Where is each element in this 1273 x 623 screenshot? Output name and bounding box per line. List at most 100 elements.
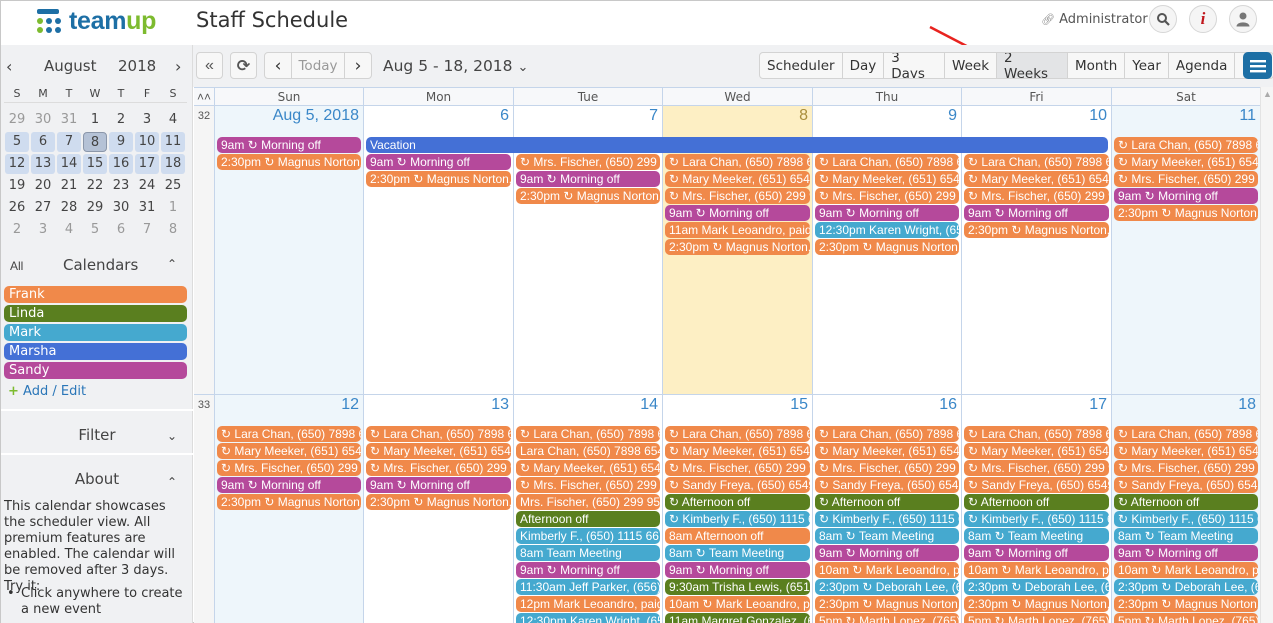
event-item[interactable]: ↻ Kimberly F., (650) 1115 6677	[964, 511, 1109, 527]
view-tab-week[interactable]: Week	[945, 53, 998, 78]
event-item[interactable]: 9:30am Trisha Lewis, (651) 1234	[665, 579, 810, 595]
calendar-item-sandy[interactable]: Sandy	[4, 362, 187, 379]
event-item[interactable]: 5pm ↻ Marth Lopez, (765)	[815, 613, 959, 623]
event-item[interactable]: ↻ Mrs. Fischer, (650) 299 9555	[1114, 460, 1258, 476]
event-item[interactable]: 9am ↻ Morning off	[665, 205, 810, 221]
event-item[interactable]: 2:30pm ↻ Deborah Lee, (650)	[1114, 579, 1258, 595]
event-item[interactable]: ↻ Mrs. Fischer, (650) 299 9555	[964, 460, 1109, 476]
prev-period-button[interactable]: ‹	[265, 53, 292, 78]
event-item[interactable]: 11am Mark Leoandro, paid	[665, 222, 810, 238]
event-item[interactable]: 9am ↻ Morning off	[665, 562, 810, 578]
mini-day[interactable]: 9	[109, 132, 133, 152]
calendar-item-frank[interactable]: Frank	[4, 286, 187, 303]
prev-month-button[interactable]: ‹	[6, 57, 12, 76]
event-item[interactable]: ↻ Kimberly F., (650) 1115 6677	[1114, 511, 1258, 527]
mini-day[interactable]: 28	[56, 198, 82, 218]
collapse-sidebar-button[interactable]: «	[196, 52, 223, 79]
day-number[interactable]: 16	[939, 396, 957, 414]
mini-day[interactable]: 4	[56, 220, 82, 240]
day-cell[interactable]: 17 ↻ Lara Chan, (650) 7898 6543↻ Mary Mee…	[961, 395, 1111, 623]
event-item[interactable]: 9am ↻ Morning off	[1114, 188, 1258, 204]
event-item[interactable]: ↻ Lara Chan, (650) 7898 6543	[665, 426, 810, 442]
event-item[interactable]: ↻ Mary Meeker, (651) 6543 1234	[516, 460, 660, 476]
event-item[interactable]: ↻ Mrs. Fischer, (650) 299 9555	[516, 477, 660, 493]
calendar-item-marsha[interactable]: Marsha	[4, 343, 187, 360]
event-item[interactable]: ↻ Lara Chan, (650) 7898 6543	[815, 426, 959, 442]
mini-day[interactable]: 14	[57, 154, 81, 174]
mini-day[interactable]: 3	[30, 220, 56, 240]
mini-day[interactable]: 5	[82, 220, 108, 240]
event-item[interactable]: 2:30pm ↻ Magnus Norton, (650) 4123	[217, 494, 361, 510]
event-item[interactable]: ↻ Mrs. Fischer, (650) 299 9555	[1114, 171, 1258, 187]
mini-month-label[interactable]: August	[44, 57, 97, 75]
mini-day[interactable]: 2	[4, 220, 30, 240]
event-item[interactable]: ↻ Afternoon off	[964, 494, 1109, 510]
day-cell[interactable]: 14 ↻ Lara Chan, (650) 7898 6543Lara Chan,…	[513, 395, 662, 623]
event-item[interactable]: ↻ Afternoon off	[1114, 494, 1258, 510]
event-item[interactable]: 10am ↻ Mark Leoandro, paid	[665, 596, 810, 612]
event-item[interactable]: 2:30pm ↻ Deborah Lee, (650)	[815, 579, 959, 595]
event-item[interactable]: 12pm Mark Leoandro, paid	[516, 596, 660, 612]
administrator-link[interactable]: 🔗︎ Administrator	[1041, 12, 1148, 27]
day-number[interactable]: 15	[790, 396, 808, 414]
day-number[interactable]: 18	[1238, 396, 1256, 414]
mini-day[interactable]: 30	[108, 198, 134, 218]
day-number[interactable]: 7	[649, 107, 658, 125]
event-item[interactable]: ↻ Kimberly F., (650) 1115 6677	[665, 511, 810, 527]
day-cell[interactable]: Aug 5, 2018 9am ↻ Morning off 2:30pm ↻ Mag…	[214, 106, 363, 394]
mini-day[interactable]: 16	[109, 154, 133, 174]
refresh-button[interactable]: ⟳	[230, 52, 257, 79]
event-item[interactable]: ↻ Lara Chan, (650) 7898 6543	[217, 426, 361, 442]
event-item[interactable]: 9am ↻ Morning off	[516, 171, 660, 187]
next-month-button[interactable]: ›	[175, 57, 181, 76]
event-item[interactable]: ↻ Kimberly F., (650) 1115 6677	[815, 511, 959, 527]
event-item[interactable]: 10am ↻ Mark Leoandro, paid	[964, 562, 1109, 578]
event-item[interactable]: ↻ Lara Chan, (650) 7898 6543	[815, 154, 959, 170]
event-item[interactable]: ↻ Lara Chan, (650) 7898 6543	[1114, 137, 1258, 153]
mini-day[interactable]: 23	[108, 176, 134, 196]
mini-day[interactable]: 1	[160, 198, 186, 218]
day-cell[interactable]: 12 ↻ Lara Chan, (650) 7898 6543↻ Mary Mee…	[214, 395, 363, 623]
event-item[interactable]: 8am ↻ Team Meeting	[1114, 528, 1258, 544]
info-button[interactable]: i	[1189, 5, 1217, 33]
event-item[interactable]: ↻ Sandy Freya, (650) 6549 1234	[815, 477, 959, 493]
event-item[interactable]: ↻ Mary Meeker, (651) 6543 1234	[1114, 443, 1258, 459]
event-item[interactable]: 5pm ↻ Marth Lopez, (765)	[964, 613, 1109, 623]
day-cell[interactable]: 13 ↻ Lara Chan, (650) 7898 6543↻ Mary Mee…	[363, 395, 513, 623]
event-item[interactable]: 2:30pm ↻ Magnus Norton, (650) 4123	[815, 239, 959, 255]
event-item[interactable]: 2:30pm ↻ Magnus Norton, (650) 4123	[1114, 596, 1258, 612]
event-item[interactable]: 9am ↻ Morning off	[217, 137, 361, 153]
day-number[interactable]: 11	[1239, 107, 1256, 125]
day-number[interactable]: 17	[1089, 396, 1107, 414]
date-range-picker[interactable]: Aug 5 - 18, 2018 ⌄	[383, 57, 528, 75]
search-button[interactable]	[1149, 5, 1177, 33]
today-button[interactable]: Today	[292, 53, 345, 78]
day-cell[interactable]: 16 ↻ Lara Chan, (650) 7898 6543↻ Mary Mee…	[812, 395, 961, 623]
view-tab-year[interactable]: Year	[1125, 53, 1169, 78]
mini-day[interactable]: 31	[134, 198, 160, 218]
day-cell[interactable]: 18 ↻ Lara Chan, (650) 7898 6543↻ Mary Mee…	[1111, 395, 1260, 623]
day-cell[interactable]: 11 ↻ Lara Chan, (650) 7898 6543↻ Mary Mee…	[1111, 106, 1260, 394]
day-number[interactable]: Aug 5, 2018	[273, 107, 359, 125]
mini-day[interactable]: 25	[160, 176, 186, 196]
event-item[interactable]: 2:30pm ↻ Magnus Norton, (650) 4123	[366, 171, 511, 187]
event-item[interactable]: 12:30pm Karen Wright, (650) 111	[516, 613, 660, 623]
event-item[interactable]: ↻ Mary Meeker, (651) 6543 1234	[815, 443, 959, 459]
event-item[interactable]: 11am Margret Gonzalez, (650)	[665, 613, 810, 623]
next-period-button[interactable]: ›	[345, 53, 371, 78]
mini-day[interactable]: 12	[5, 154, 29, 174]
event-item[interactable]: ↻ Lara Chan, (650) 7898 6543	[964, 154, 1109, 170]
event-item[interactable]: ↻ Afternoon off	[815, 494, 959, 510]
account-button[interactable]	[1229, 5, 1257, 33]
event-item[interactable]: 2:30pm ↻ Magnus Norton, (650) 4123	[1114, 205, 1258, 221]
mini-day[interactable]: 15	[83, 154, 107, 174]
mini-day[interactable]: 8	[160, 220, 186, 240]
event-item[interactable]: 8am Team Meeting	[516, 545, 660, 561]
calendar-item-mark[interactable]: Mark	[4, 324, 187, 341]
calendars-all-toggle[interactable]: All	[10, 259, 23, 273]
mini-day[interactable]: 11	[161, 132, 185, 152]
event-item[interactable]: Afternoon off	[516, 511, 660, 527]
event-item[interactable]: 8am Afternoon off	[665, 528, 810, 544]
event-item[interactable]: 9am ↻ Morning off	[1114, 545, 1258, 561]
event-item[interactable]: 2:30pm ↻ Magnus Norton, (650) 4123	[516, 188, 660, 204]
